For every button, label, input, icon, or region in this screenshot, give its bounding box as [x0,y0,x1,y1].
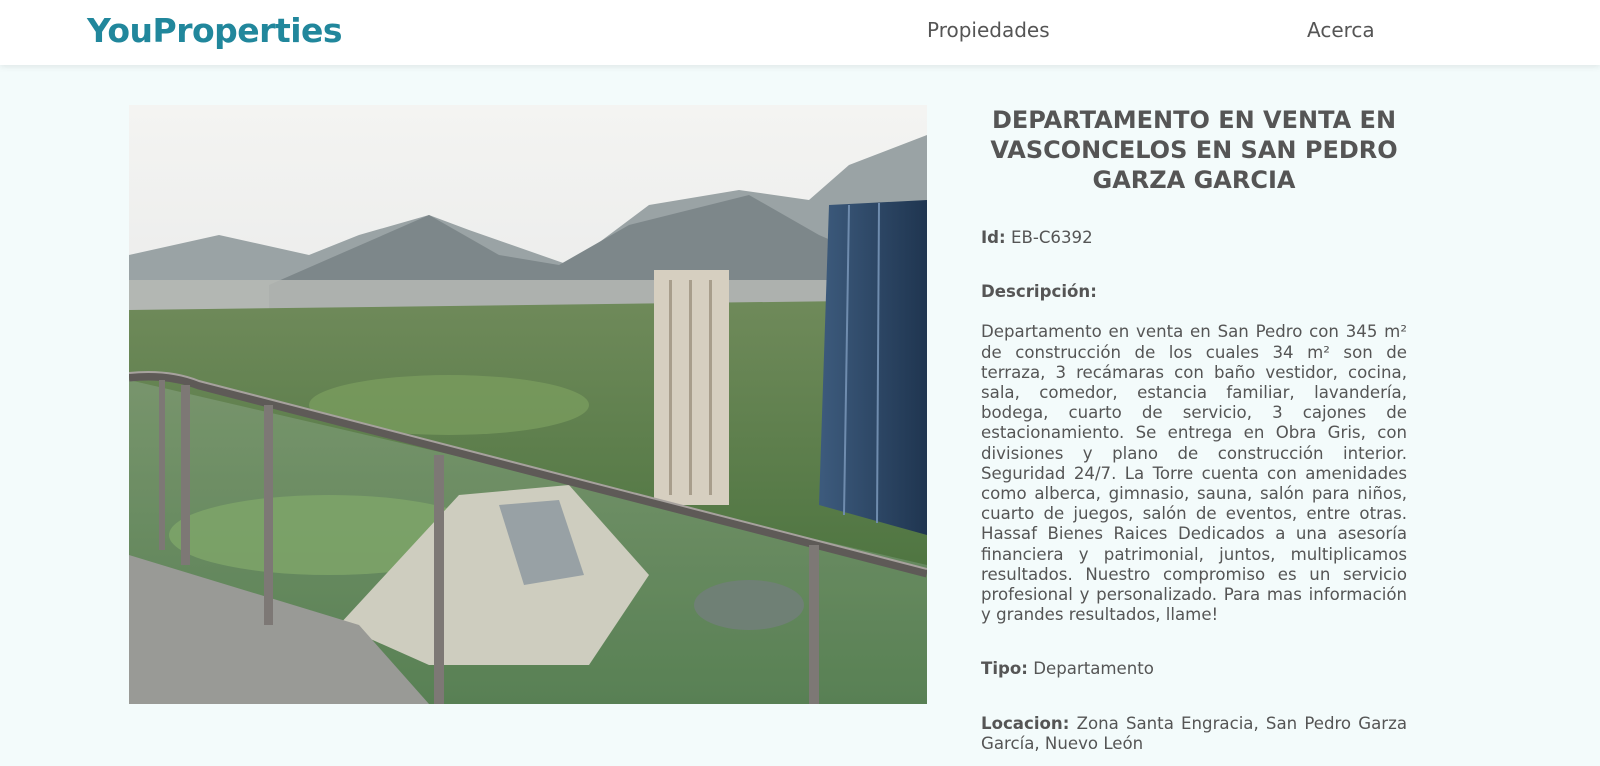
brand-logo[interactable]: YouProperties [87,11,343,50]
description-label: Descripción: [981,282,1097,302]
property-type: Tipo: Departamento [981,659,1407,679]
description-text: Departamento en venta en San Pedro con 3… [981,322,1407,625]
property-detail: DEPARTAMENTO EN VENTA EN VASCONCELOS EN … [981,105,1407,754]
property-photo [129,105,927,704]
property-location: Locacion: Zona Santa Engracia, San Pedro… [981,714,1407,754]
type-value: Departamento [1033,659,1154,679]
property-title: DEPARTAMENTO EN VENTA EN VASCONCELOS EN … [990,106,1398,194]
location-label: Locacion: [981,713,1070,733]
id-label: Id: [981,228,1006,247]
type-label: Tipo: [981,659,1028,679]
id-value: EB-C6392 [1010,228,1093,247]
nav-link-propiedades[interactable]: Propiedades [927,18,1050,42]
property-id: Id: EB-C6392 [981,228,1407,248]
nav-link-acerca[interactable]: Acerca [1307,18,1375,42]
navbar: YouProperties Propiedades Acerca [0,0,1600,65]
